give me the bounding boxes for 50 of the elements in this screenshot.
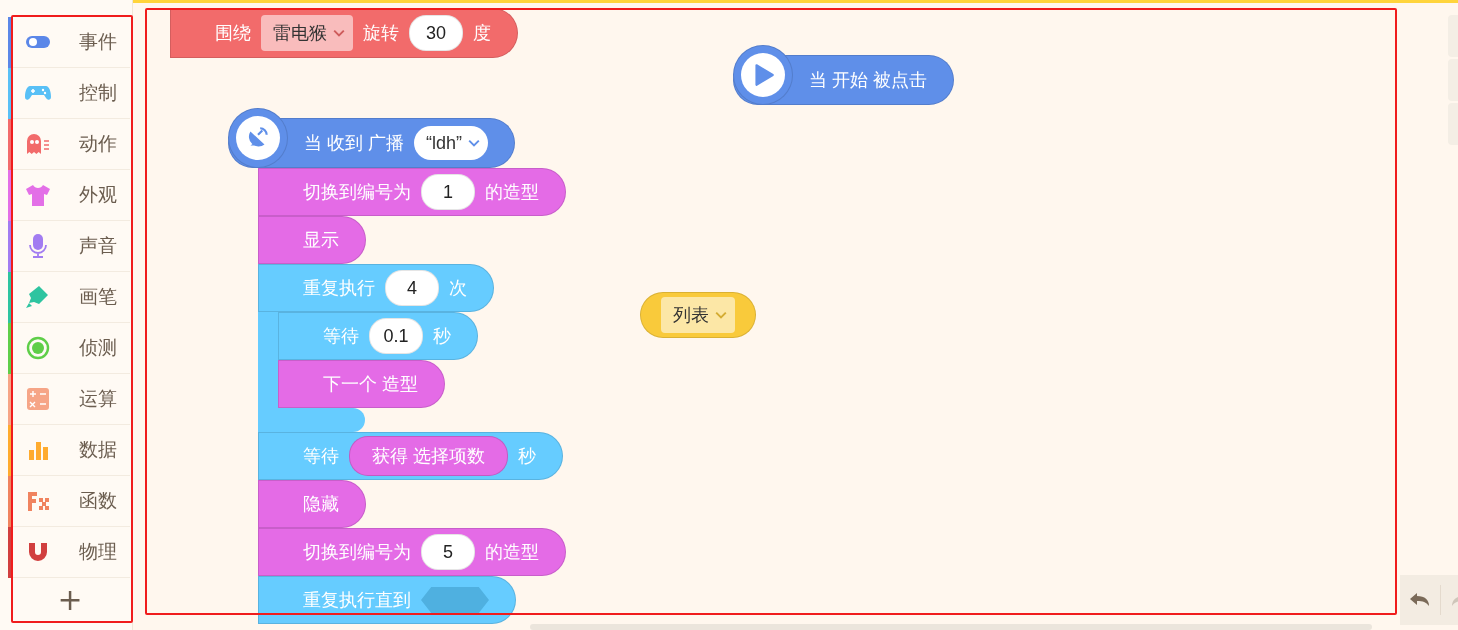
add-button[interactable]: +: [50, 578, 90, 622]
code-block[interactable]: 切换到编号为 1 的造型: [258, 168, 566, 216]
block-label: 等待: [323, 325, 359, 348]
caret-icon: [715, 311, 727, 319]
dropdown[interactable]: 列表: [661, 297, 735, 333]
caret-icon: [468, 139, 481, 147]
number-input[interactable]: 30: [409, 15, 463, 51]
category-item[interactable]: 事件: [12, 17, 130, 68]
category-item[interactable]: 函数: [12, 476, 130, 527]
block-label: 的造型: [485, 541, 539, 564]
category-item[interactable]: 运算: [12, 374, 130, 425]
number-input[interactable]: 4: [385, 270, 439, 306]
block-label: 度: [473, 22, 491, 45]
code-block[interactable]: 围绕 雷电猴 旋转 30 度: [170, 8, 518, 58]
block-label: 等待: [303, 445, 339, 468]
target-icon: [24, 334, 52, 362]
number-input[interactable]: 5: [421, 534, 475, 570]
category-item[interactable]: 动作: [12, 119, 130, 170]
category-item[interactable]: 数据: [12, 425, 130, 476]
number-input[interactable]: 1: [421, 174, 475, 210]
dropdown[interactable]: 雷电猴: [261, 15, 353, 51]
block-label: 重复执行: [303, 277, 375, 300]
caret-icon: [333, 29, 345, 37]
block-label: 当 开始 被点击: [809, 69, 927, 92]
reporter-block[interactable]: 列表: [640, 292, 756, 338]
block-label: 显示: [303, 229, 339, 252]
block-label: 当 收到 广播: [304, 132, 404, 155]
block-label: 隐藏: [303, 493, 339, 516]
block-label: 次: [449, 277, 467, 300]
block-label: 切换到编号为: [303, 541, 411, 564]
repeat-block[interactable]: 重复执行 4 次 等待 0.1 秒 下一个 造型: [258, 264, 494, 432]
category-item[interactable]: 声音: [12, 221, 130, 272]
block-label: 重复执行直到: [303, 589, 411, 612]
block-label: 切换到编号为: [303, 181, 411, 204]
category-item[interactable]: 控制: [12, 68, 130, 119]
code-block[interactable]: 等待 0.1 秒: [278, 312, 478, 360]
category-item[interactable]: 外观: [12, 170, 130, 221]
block-label: 秒: [518, 445, 536, 468]
block-label: 秒: [433, 325, 451, 348]
block-label: 下一个 造型: [323, 373, 418, 396]
category-item[interactable]: 画笔: [12, 272, 130, 323]
block-label: 的造型: [485, 181, 539, 204]
dropdown[interactable]: “ldh”: [414, 126, 489, 160]
category-item[interactable]: 物理: [12, 527, 130, 578]
code-block[interactable]: 切换到编号为 5 的造型: [258, 528, 566, 576]
calculator-icon: [24, 385, 52, 413]
block-label: 旋转: [363, 22, 399, 45]
block-label: 围绕: [215, 22, 251, 45]
number-input[interactable]: 0.1: [369, 318, 423, 354]
category-item[interactable]: 侦测: [12, 323, 130, 374]
